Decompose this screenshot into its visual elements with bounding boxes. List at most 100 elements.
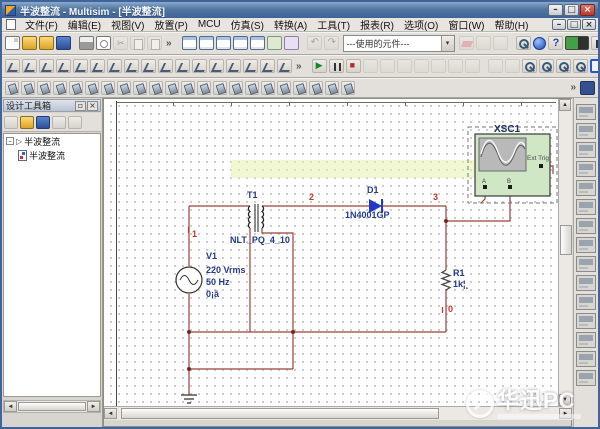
place-rf-icon[interactable] — [226, 59, 241, 73]
erase-icon[interactable] — [459, 36, 474, 50]
panel-pin-button[interactable]: ▫ — [75, 101, 86, 111]
xsc1-ref-label[interactable]: XSC1 — [494, 124, 521, 135]
menu-edit[interactable]: 编辑(E) — [63, 17, 106, 32]
step-into-icon[interactable] — [397, 59, 412, 73]
t1-value-label[interactable]: NLT_PQ_4_10 — [230, 235, 290, 245]
v1-source[interactable] — [176, 267, 202, 293]
distortion-analyzer-icon[interactable] — [181, 81, 195, 95]
step-over-icon[interactable] — [414, 59, 429, 73]
place-misc-icon[interactable] — [192, 59, 207, 73]
v1-ref-label[interactable]: V1 — [206, 251, 217, 261]
wattmeter-icon[interactable] — [37, 81, 51, 95]
place-analog-icon[interactable] — [73, 59, 88, 73]
minimize-icon[interactable] — [548, 4, 563, 16]
toolbar-options-icon[interactable] — [580, 81, 595, 95]
instr-logic-converter-icon[interactable] — [576, 256, 596, 272]
remove-breakpoint-icon[interactable] — [465, 59, 480, 73]
d1-ref-label[interactable]: D1 — [367, 185, 379, 195]
instr-logic-analyzer-icon[interactable] — [576, 275, 596, 291]
place-basic-icon[interactable] — [22, 59, 37, 73]
scrollbar-thumb[interactable] — [560, 225, 572, 255]
net2-label[interactable]: 2 — [309, 192, 314, 202]
menu-file[interactable]: 文件(F) — [20, 17, 63, 32]
spectrum-analyzer-icon[interactable] — [197, 81, 211, 95]
help-icon[interactable] — [548, 36, 563, 50]
run-switch-icon[interactable] — [565, 36, 589, 50]
scrollbar-thumb[interactable] — [18, 402, 86, 411]
save-design-icon[interactable] — [36, 116, 50, 129]
xsc1-oscilloscope[interactable] — [468, 127, 557, 203]
agilent-oscilloscope-icon[interactable] — [261, 81, 275, 95]
redo-icon[interactable] — [324, 36, 339, 50]
print-icon[interactable] — [79, 36, 94, 50]
current-probe-icon[interactable] — [325, 81, 339, 95]
network-analyzer-icon[interactable] — [213, 81, 227, 95]
menu-place[interactable]: 放置(P) — [149, 17, 192, 32]
tree-root-label[interactable]: 半波整流 — [24, 135, 60, 148]
title-bar[interactable]: 半波整流 - Multisim - [半波整流] — [2, 2, 598, 18]
t1-transformer[interactable] — [248, 204, 263, 232]
canvas-hscrollbar[interactable]: ◄ ► — [104, 406, 572, 420]
scroll-up-icon[interactable]: ▲ — [559, 99, 571, 111]
new-design-icon[interactable] — [4, 116, 18, 129]
pause-condition-icon[interactable] — [363, 59, 378, 73]
place-mixed-icon[interactable] — [141, 59, 156, 73]
instr-oscilloscope-icon[interactable] — [576, 161, 596, 177]
place-source-icon[interactable] — [5, 59, 20, 73]
scroll-down-icon[interactable]: ▼ — [559, 394, 571, 406]
instr-function-generator-icon[interactable] — [576, 123, 596, 139]
database-manager-icon[interactable] — [216, 36, 231, 50]
overflow-chevron-icon[interactable]: » — [567, 82, 579, 93]
multimeter-icon[interactable] — [5, 81, 19, 95]
iv-analyzer-icon[interactable] — [165, 81, 179, 95]
place-ni-icon[interactable] — [260, 59, 275, 73]
zoom-page-icon[interactable] — [573, 59, 588, 73]
oscilloscope-icon[interactable] — [53, 81, 67, 95]
fullscreen-icon[interactable] — [590, 59, 598, 73]
measurement-probe-icon[interactable] — [293, 81, 307, 95]
place-misc-digital-icon[interactable] — [124, 59, 139, 73]
v1-value3-label[interactable]: 0¡ã — [206, 289, 220, 299]
menu-mcu[interactable]: MCU — [193, 19, 226, 30]
cross-reference-icon[interactable] — [505, 59, 520, 73]
chevron-down-icon[interactable]: ▾ — [441, 36, 454, 51]
postprocessor-icon[interactable] — [250, 36, 265, 50]
d1-value-label[interactable]: 1N4001GP — [345, 210, 390, 220]
open-design-icon[interactable] — [20, 116, 34, 129]
in-use-list-dropdown[interactable]: ---使用的元件--- ▾ — [343, 35, 455, 52]
save-icon[interactable] — [56, 36, 71, 50]
r1-ref-label[interactable]: R1 — [453, 268, 465, 278]
instr-wattmeter-icon[interactable] — [576, 142, 596, 158]
breadboard-icon[interactable] — [267, 36, 282, 50]
r1-value-label[interactable]: 1k¦¸ — [453, 279, 469, 289]
design-toolbox-hscrollbar[interactable]: ◄ ► — [3, 400, 101, 413]
instr-network-analyzer-icon[interactable] — [576, 351, 596, 367]
ground-symbol[interactable] — [181, 395, 197, 403]
print-preview-icon[interactable] — [96, 36, 111, 50]
education-web-icon[interactable] — [284, 36, 299, 50]
agilent-multimeter-icon[interactable] — [245, 81, 259, 95]
net0-label[interactable]: 0 — [448, 304, 453, 314]
paste-icon[interactable] — [147, 36, 162, 50]
instr-frequency-counter-icon[interactable] — [576, 218, 596, 234]
instr-word-generator-icon[interactable] — [576, 237, 596, 253]
scroll-left-icon[interactable]: ◄ — [104, 408, 117, 419]
close-design-icon[interactable] — [52, 116, 66, 129]
place-ttl-icon[interactable] — [90, 59, 105, 73]
scroll-left-icon[interactable]: ◄ — [4, 401, 17, 412]
run-to-cursor-icon[interactable] — [431, 59, 446, 73]
scope-terminal-exttrig[interactable] — [539, 164, 543, 168]
grapher-icon[interactable] — [233, 36, 248, 50]
zoom-area-icon[interactable] — [556, 59, 571, 73]
scrollbar-thumb[interactable] — [121, 408, 439, 419]
instr-distortion-analyzer-icon[interactable] — [576, 313, 596, 329]
place-peripherals-icon[interactable] — [209, 59, 224, 73]
panel-close-button[interactable]: × — [87, 101, 98, 111]
t1-ref-label[interactable]: T1 — [247, 190, 258, 200]
instr-bode-plotter-icon[interactable] — [576, 199, 596, 215]
tektronix-oscilloscope-icon[interactable] — [277, 81, 291, 95]
overflow-chevron-icon[interactable]: » — [163, 38, 175, 49]
four-channel-oscilloscope-icon[interactable] — [69, 81, 83, 95]
tree-collapse-icon[interactable]: – — [6, 137, 14, 145]
tree-root-row[interactable]: – ▷ 半波整流 — [4, 134, 100, 148]
